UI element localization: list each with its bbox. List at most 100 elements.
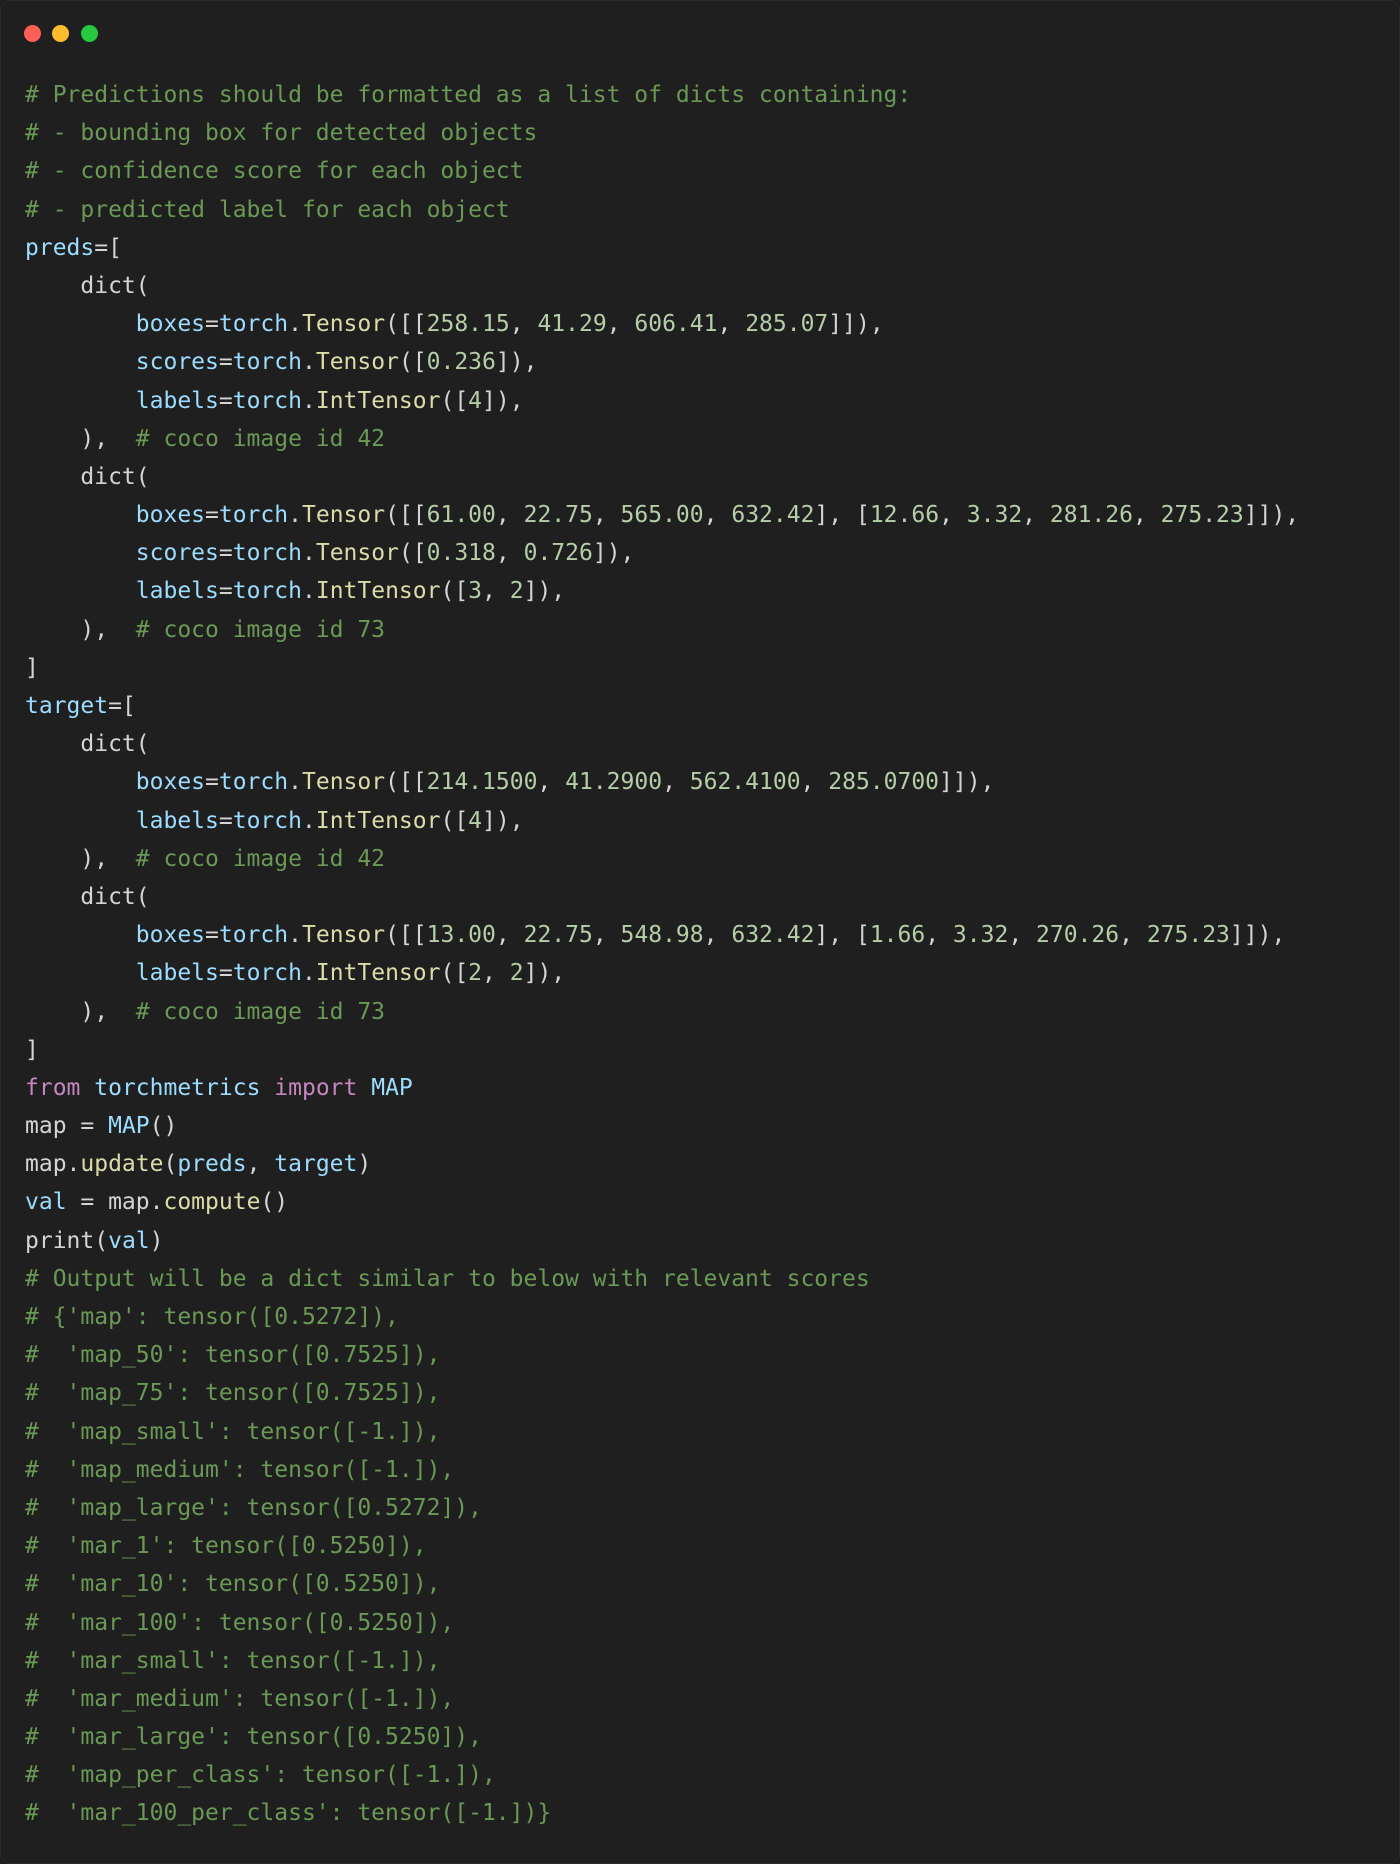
close-button[interactable]	[24, 25, 41, 42]
token-punctuation	[25, 769, 136, 795]
token-function-name: IntTensor	[315, 960, 441, 987]
token-punctuation: print(	[25, 1227, 109, 1254]
token-identifier: target	[274, 1151, 358, 1178]
token-punctuation: ], [	[814, 922, 870, 949]
code-line: ), # coco image id 73	[25, 993, 1299, 1031]
minimize-button[interactable]	[52, 25, 69, 42]
token-identifier: boxes	[135, 502, 206, 529]
token-punctuation	[25, 311, 136, 337]
token-punctuation: ,	[482, 578, 510, 605]
token-comment: # 'map_medium': tensor([-1.]),	[25, 1456, 455, 1483]
token-function-name: IntTensor	[315, 807, 441, 834]
token-comment: # {'map': tensor([0.5272]),	[25, 1304, 399, 1330]
token-identifier: torch	[232, 807, 302, 834]
token-punctuation: =	[218, 387, 233, 414]
token-punctuation: ,	[509, 311, 538, 338]
token-function-name: Tensor	[315, 349, 399, 376]
token-function-name: compute	[163, 1189, 261, 1216]
token-punctuation: ]]),	[1229, 922, 1286, 949]
token-keyword: import	[274, 1074, 358, 1101]
token-number: 214.1500	[426, 769, 538, 796]
token-punctuation	[80, 1075, 94, 1101]
token-number: 275.23	[1146, 922, 1230, 949]
token-comment: # 'map_large': tensor([0.5272]),	[25, 1494, 482, 1521]
token-comment: # 'map_small': tensor([-1.]),	[25, 1418, 441, 1445]
token-number: 548.98	[620, 922, 704, 949]
code-line: # 'mar_medium': tensor([-1.]),	[25, 1680, 1299, 1718]
token-identifier: boxes	[135, 311, 206, 338]
token-punctuation: ([	[398, 349, 427, 376]
token-identifier: boxes	[135, 769, 206, 796]
token-punctuation: =	[218, 578, 233, 605]
token-punctuation	[260, 1075, 274, 1101]
token-punctuation: ,	[482, 960, 510, 987]
code-line: # 'mar_small': tensor([-1.]),	[25, 1642, 1299, 1680]
token-punctuation	[25, 578, 136, 604]
token-number: 3	[468, 578, 483, 605]
code-line: # 'mar_100_per_class': tensor([-1.])}	[25, 1794, 1299, 1832]
token-punctuation: ()	[260, 1189, 289, 1216]
token-comment: # 'map_75': tensor([0.7525]),	[25, 1380, 441, 1407]
token-comment: # 'map_per_class': tensor([-1.]),	[25, 1762, 496, 1789]
code-line: # - confidence score for each object	[25, 152, 1299, 190]
token-punctuation: ,	[1132, 502, 1161, 529]
token-punctuation: .	[301, 387, 316, 414]
code-line: dict(	[25, 878, 1299, 916]
token-punctuation: map =	[25, 1113, 109, 1140]
code-line: ), # coco image id 42	[25, 420, 1299, 458]
token-identifier: torch	[218, 502, 289, 529]
maximize-button[interactable]	[81, 25, 98, 42]
token-number: 41.29	[537, 311, 607, 338]
token-punctuation: ([[	[385, 922, 427, 949]
code-line: print(val)	[25, 1222, 1299, 1260]
code-block: # Predictions should be formatted as a l…	[25, 76, 1299, 1833]
token-punctuation: map.	[25, 1151, 81, 1178]
code-line: # - predicted label for each object	[25, 191, 1299, 229]
token-number: 22.75	[523, 922, 593, 949]
code-line: dict(	[25, 267, 1299, 305]
code-line: # 'mar_10': tensor([0.5250]),	[25, 1565, 1299, 1603]
code-line: # 'map_per_class': tensor([-1.]),	[25, 1756, 1299, 1794]
code-line: # Predictions should be formatted as a l…	[25, 76, 1299, 114]
token-number: 0.236	[426, 349, 496, 376]
token-identifier: preds	[25, 234, 95, 261]
code-line: boxes=torch.Tensor([[258.15, 41.29, 606.…	[25, 305, 1299, 343]
token-punctuation: ], [	[814, 502, 870, 529]
code-line: labels=torch.IntTensor([3, 2]),	[25, 572, 1299, 610]
token-number: 0.318	[426, 540, 496, 567]
token-punctuation: ()	[149, 1113, 178, 1140]
token-punctuation: )	[149, 1227, 164, 1254]
token-number: 2	[509, 578, 524, 605]
token-punctuation: .	[288, 502, 302, 529]
token-punctuation: ]),	[523, 578, 566, 605]
token-punctuation	[25, 922, 136, 948]
token-identifier: labels	[135, 578, 219, 605]
token-punctuation	[25, 540, 136, 566]
token-punctuation: ,	[703, 502, 732, 529]
token-punctuation: ,	[939, 502, 967, 529]
token-punctuation: ,	[662, 769, 690, 796]
code-line: dict(	[25, 458, 1299, 496]
token-punctuation: ,	[495, 540, 524, 567]
token-punctuation: ,	[592, 502, 621, 529]
token-comment: # 'mar_small': tensor([-1.]),	[25, 1647, 441, 1674]
token-punctuation: ,	[703, 922, 732, 949]
token-punctuation: .	[288, 922, 302, 949]
token-comment: # 'mar_10': tensor([0.5250]),	[25, 1571, 441, 1598]
token-punctuation: .	[301, 540, 316, 567]
token-identifier: MAP	[371, 1074, 413, 1101]
token-comment: # coco image id 42	[135, 425, 386, 452]
code-line: boxes=torch.Tensor([[13.00, 22.75, 548.9…	[25, 916, 1299, 954]
token-punctuation: .	[301, 807, 316, 834]
token-identifier: scores	[135, 349, 219, 376]
token-identifier: torch	[232, 540, 302, 567]
token-comment: # 'mar_medium': tensor([-1.]),	[25, 1685, 455, 1712]
token-function-name: IntTensor	[315, 578, 441, 605]
token-punctuation: ]),	[592, 540, 635, 567]
token-punctuation: =[	[108, 693, 136, 719]
token-number: 3.32	[966, 502, 1023, 529]
token-function-name: update	[80, 1151, 164, 1178]
token-punctuation: ,	[592, 922, 621, 949]
token-punctuation: ),	[25, 998, 136, 1025]
token-number: 2	[509, 960, 524, 987]
